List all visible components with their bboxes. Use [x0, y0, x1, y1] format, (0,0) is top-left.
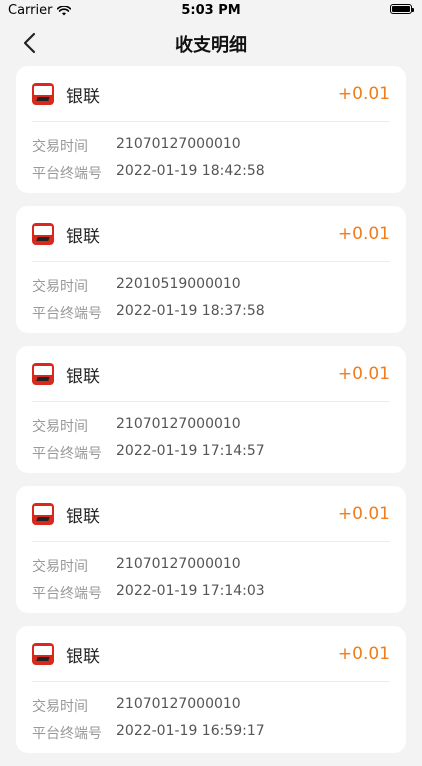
transaction-card[interactable]: 银联 +0.01 交易时间 21070127000010 平台终端号 2022-…: [16, 66, 406, 193]
row-label: 交易时间: [32, 559, 88, 575]
detail-row: 交易时间 22010519000010: [32, 276, 390, 296]
row-label: 平台终端号: [32, 446, 102, 462]
row-label: 交易时间: [32, 139, 88, 155]
row-label: 交易时间: [32, 419, 88, 435]
divider: [32, 261, 390, 262]
row-value: 21070127000010: [116, 416, 241, 432]
detail-row: 交易时间 21070127000010: [32, 416, 390, 436]
unionpay-logo-icon: [32, 643, 54, 665]
card-header: 银联 +0.01: [32, 78, 390, 110]
unionpay-logo-icon: [32, 503, 54, 525]
row-value: 2022-01-19 17:14:03: [116, 583, 265, 599]
detail-row: 交易时间 21070127000010: [32, 556, 390, 576]
row-label: 平台终端号: [32, 166, 102, 182]
card-header: 银联 +0.01: [32, 358, 390, 390]
row-label: 平台终端号: [32, 726, 102, 742]
row-value: 2022-01-19 18:37:58: [116, 303, 265, 319]
amount: +0.01: [337, 504, 390, 524]
row-value: 2022-01-19 17:14:57: [116, 443, 265, 459]
detail-row: 交易时间 21070127000010: [32, 696, 390, 716]
row-value: 21070127000010: [116, 136, 241, 152]
amount: +0.01: [337, 364, 390, 384]
row-value: 21070127000010: [116, 556, 241, 572]
status-time: 5:03 PM: [181, 3, 241, 18]
unionpay-logo-icon: [32, 83, 54, 105]
detail-row: 平台终端号 2022-01-19 18:42:58: [32, 163, 390, 183]
merchant-name: 银联: [66, 226, 100, 247]
merchant-name: 银联: [66, 646, 100, 667]
row-label: 交易时间: [32, 279, 88, 295]
detail-row: 交易时间 21070127000010: [32, 136, 390, 156]
merchant-name: 银联: [66, 506, 100, 527]
card-header: 银联 +0.01: [32, 638, 390, 670]
transaction-card[interactable]: 银联 +0.01 交易时间 21070127000010 平台终端号 2022-…: [16, 626, 406, 753]
detail-row: 平台终端号 2022-01-19 16:59:17: [32, 723, 390, 743]
battery-icon: [390, 4, 414, 14]
transaction-card[interactable]: 银联 +0.01 交易时间 22010519000010 平台终端号 2022-…: [16, 206, 406, 333]
amount: +0.01: [337, 644, 390, 664]
nav-bar: 收支明细: [0, 22, 422, 64]
row-value: 22010519000010: [116, 276, 241, 292]
amount: +0.01: [337, 84, 390, 104]
row-value: 2022-01-19 18:42:58: [116, 163, 265, 179]
divider: [32, 121, 390, 122]
status-bar: Carrier 5:03 PM: [0, 0, 422, 22]
transaction-card[interactable]: 银联 +0.01 交易时间 21070127000010 平台终端号 2022-…: [16, 486, 406, 613]
row-label: 平台终端号: [32, 586, 102, 602]
detail-row: 平台终端号 2022-01-19 17:14:57: [32, 443, 390, 463]
divider: [32, 401, 390, 402]
unionpay-logo-icon: [32, 363, 54, 385]
card-header: 银联 +0.01: [32, 498, 390, 530]
merchant-name: 银联: [66, 86, 100, 107]
page-title: 收支明细: [175, 35, 247, 56]
card-header: 银联 +0.01: [32, 218, 390, 250]
detail-row: 平台终端号 2022-01-19 18:37:58: [32, 303, 390, 323]
merchant-name: 银联: [66, 366, 100, 387]
status-right: [390, 4, 414, 14]
divider: [32, 541, 390, 542]
detail-row: 平台终端号 2022-01-19 17:14:03: [32, 583, 390, 603]
row-value: 2022-01-19 16:59:17: [116, 723, 265, 739]
row-label: 交易时间: [32, 699, 88, 715]
amount: +0.01: [337, 224, 390, 244]
transaction-list: 银联 +0.01 交易时间 21070127000010 平台终端号 2022-…: [16, 66, 406, 766]
unionpay-logo-icon: [32, 223, 54, 245]
transaction-card[interactable]: 银联 +0.01 交易时间 21070127000010 平台终端号 2022-…: [16, 346, 406, 473]
divider: [32, 681, 390, 682]
row-value: 21070127000010: [116, 696, 241, 712]
row-label: 平台终端号: [32, 306, 102, 322]
